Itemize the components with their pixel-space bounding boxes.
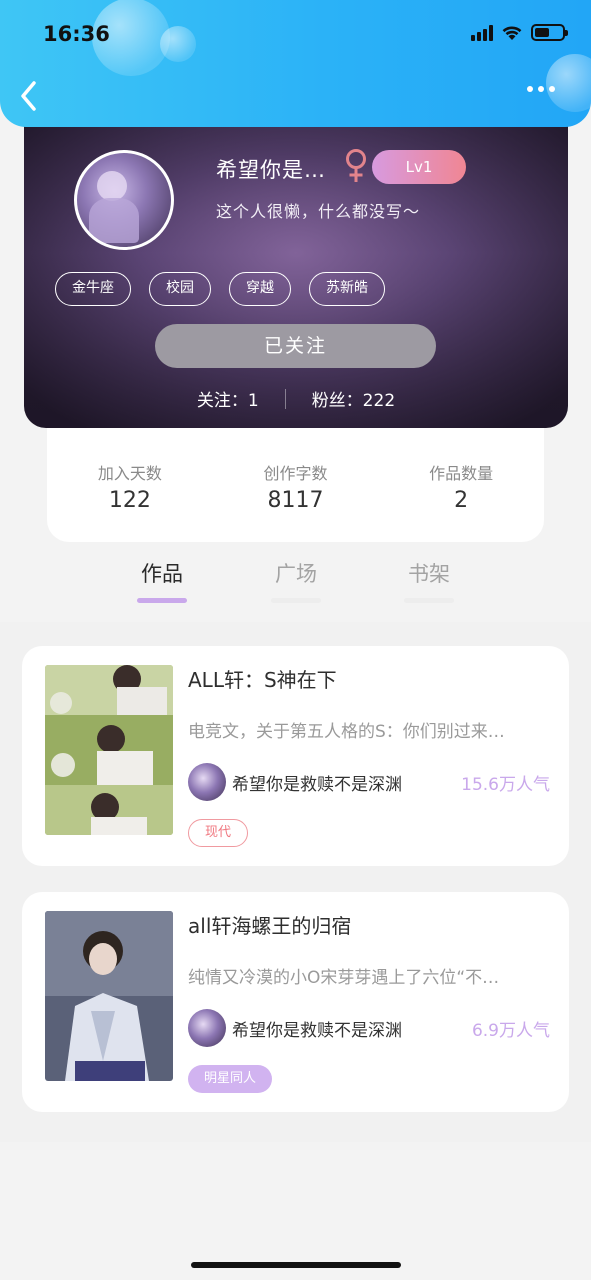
battery-icon bbox=[531, 24, 568, 41]
decor-bubble bbox=[160, 26, 196, 62]
dot bbox=[527, 86, 533, 92]
status-icons bbox=[471, 24, 568, 41]
book-description: 电竞文，关于第五人格的S：你们别过来… bbox=[188, 722, 505, 742]
stat-join-days: 加入天数 122 bbox=[55, 460, 205, 542]
tab-indicator bbox=[404, 598, 454, 603]
signal-icon bbox=[471, 25, 493, 41]
more-button[interactable] bbox=[527, 86, 555, 92]
stat-value: 2 bbox=[454, 488, 469, 513]
wifi-icon bbox=[502, 26, 522, 40]
home-indicator bbox=[191, 1262, 401, 1268]
tab-indicator bbox=[137, 598, 187, 603]
book-description: 纯情又冷漠的小O宋芽芽遇上了六位“不… bbox=[188, 968, 500, 988]
chevron-left-icon bbox=[21, 81, 36, 111]
tab-indicator bbox=[271, 598, 321, 603]
divider bbox=[284, 388, 286, 409]
bio: 这个人很懒，什么都没写～ bbox=[216, 202, 421, 221]
author-name: 希望你是救赎不是深渊 bbox=[232, 774, 402, 795]
book-card[interactable]: all轩海螺王的归宿 纯情又冷漠的小O宋芽芽遇上了六位“不… 希望你是救赎不是深… bbox=[22, 892, 569, 1112]
follow-counts: 关注：1 粉丝：222 bbox=[24, 386, 568, 411]
author-avatar bbox=[188, 763, 226, 801]
tag[interactable]: 穿越 bbox=[229, 272, 291, 306]
tag[interactable]: 金牛座 bbox=[55, 272, 131, 306]
tab-works[interactable]: 作品 bbox=[136, 558, 188, 603]
book-title: all轩海螺王的归宿 bbox=[188, 914, 352, 938]
stat-works-count: 作品数量 2 bbox=[386, 460, 536, 542]
author-name: 希望你是救赎不是深渊 bbox=[232, 1020, 402, 1041]
stat-label: 作品数量 bbox=[429, 464, 494, 483]
tab-bar: 作品 广场 书架 bbox=[0, 558, 591, 620]
stat-value: 122 bbox=[108, 488, 151, 513]
stat-word-count: 创作字数 8117 bbox=[220, 460, 370, 542]
tab-label: 作品 bbox=[141, 562, 183, 586]
dot bbox=[538, 86, 544, 92]
author-avatar bbox=[188, 1009, 226, 1047]
follow-button[interactable]: 已关注 bbox=[155, 324, 436, 368]
stats-card: 加入天数 122 创作字数 8117 作品数量 2 bbox=[47, 412, 544, 542]
tag[interactable]: 校园 bbox=[149, 272, 211, 306]
stat-label: 加入天数 bbox=[97, 464, 162, 483]
book-title: ALL轩：S神在下 bbox=[188, 668, 337, 692]
tag[interactable]: 苏新皓 bbox=[309, 272, 385, 306]
book-card[interactable]: ALL轩：S神在下 电竞文，关于第五人格的S：你们别过来… 希望你是救赎不是深渊… bbox=[22, 646, 569, 866]
tab-label: 广场 bbox=[275, 562, 317, 586]
tab-bookshelf[interactable]: 书架 bbox=[403, 558, 455, 603]
tab-square[interactable]: 广场 bbox=[270, 558, 322, 603]
book-cover-image bbox=[45, 911, 173, 1081]
back-button[interactable] bbox=[18, 78, 50, 114]
username: 希望你是… bbox=[216, 158, 326, 182]
following-count[interactable]: 关注：1 bbox=[197, 386, 259, 411]
author-row: 希望你是救赎不是深渊 15.6万人气 bbox=[188, 762, 550, 802]
followers-count[interactable]: 粉丝：222 bbox=[312, 386, 395, 411]
female-icon bbox=[346, 149, 366, 182]
author-row: 希望你是救赎不是深渊 6.9万人气 bbox=[188, 1008, 550, 1048]
tab-label: 书架 bbox=[408, 562, 450, 586]
status-time: 16:36 bbox=[43, 22, 110, 46]
avatar[interactable] bbox=[74, 150, 174, 250]
popularity: 15.6万人气 bbox=[461, 774, 550, 795]
book-cover-image bbox=[45, 665, 173, 835]
dot bbox=[549, 86, 555, 92]
genre-tag: 明星同人 bbox=[188, 1065, 273, 1093]
genre-tag: 现代 bbox=[188, 819, 249, 847]
decor-bubble bbox=[546, 54, 591, 112]
level-badge: Lv1 bbox=[372, 150, 466, 184]
tag-list: 金牛座 校园 穿越 苏新皓 bbox=[55, 272, 385, 306]
stat-label: 创作字数 bbox=[263, 464, 328, 483]
profile-card: 希望你是… Lv1 这个人很懒，什么都没写～ 金牛座 校园 穿越 苏新皓 已关注… bbox=[24, 110, 568, 428]
popularity: 6.9万人气 bbox=[471, 1020, 550, 1041]
top-header: 16:36 bbox=[0, 0, 591, 127]
stat-value: 8117 bbox=[267, 488, 324, 513]
